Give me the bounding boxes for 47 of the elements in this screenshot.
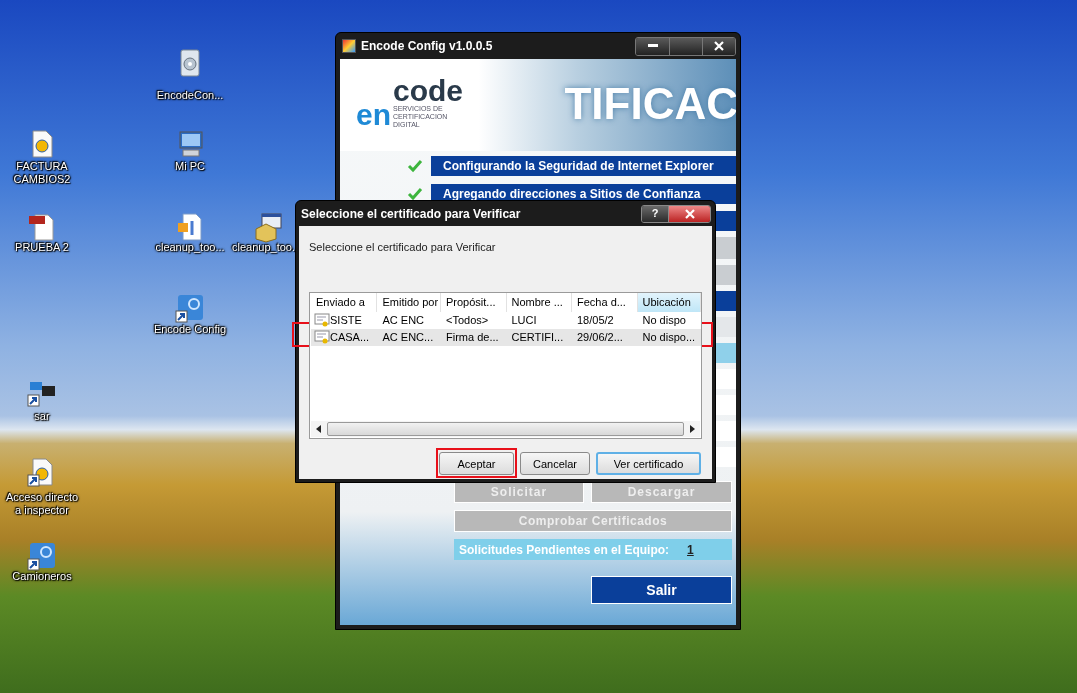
list-cell-text: LUCI	[511, 312, 537, 328]
list-cell-text: No dispo	[642, 312, 686, 328]
close-icon	[714, 41, 724, 51]
certificate-icon	[314, 330, 330, 344]
list-row[interactable]: CASA... AC ENC... Firma de... CERTIFI... 29/06/2... No dispo...	[311, 328, 701, 346]
list-cell-text: 29/06/2...	[577, 329, 623, 345]
desktop-icon[interactable]	[174, 292, 206, 324]
list-cell-text: AC ENC...	[382, 329, 434, 345]
logo-text: code	[393, 77, 464, 105]
horizontal-scrollbar[interactable]	[311, 420, 700, 437]
desktop-icon[interactable]	[26, 540, 58, 572]
desktop-icon-label[interactable]: FACTURA CAMBIOS2	[2, 160, 82, 186]
close-button[interactable]	[702, 37, 735, 55]
dialog-title: Seleccione el certificado para Verificar	[301, 205, 521, 223]
close-icon	[684, 208, 695, 219]
desktop-icon-label[interactable]: Mi PC	[150, 160, 230, 173]
step-bar: Configurando la Seguridad de Internet Explorer	[431, 156, 736, 176]
column-header[interactable]: Ubicación	[637, 292, 701, 312]
minimize-icon	[647, 44, 658, 48]
list-cell-text: CERTIFI...	[511, 329, 564, 345]
scrollbar-thumb[interactable]	[327, 421, 684, 436]
list-cell-text: No dispo...	[642, 329, 696, 345]
logo-text: en	[356, 101, 391, 129]
desktop-icon-label[interactable]: Camioneros	[2, 570, 82, 583]
desktop-icon-label[interactable]: EncodeCon...	[150, 89, 230, 102]
maximize-button[interactable]	[669, 37, 702, 55]
dialog-button[interactable]: Ver certificado	[596, 452, 701, 476]
pending-count: 1	[687, 541, 694, 559]
list-row[interactable]: SISTE AC ENC <Todos> LUCI 18/05/2 No dispo	[311, 311, 701, 329]
close-button[interactable]	[668, 205, 710, 222]
list-cell-text: Firma de...	[446, 329, 499, 345]
pending-label: Solicitudes Pendientes en el Equipo:	[459, 541, 670, 559]
list-cell-text: SISTE	[330, 312, 362, 328]
list-cell-text: AC ENC	[382, 312, 425, 328]
desktop-icon[interactable]	[252, 211, 284, 243]
dialog-button[interactable]: Aceptar	[439, 452, 514, 476]
list-cell-text: <Todos>	[446, 312, 489, 328]
minimize-button[interactable]	[636, 37, 669, 55]
app-icon	[342, 39, 356, 53]
help-button[interactable]: ?	[642, 205, 668, 222]
list-cell-text: 18/05/2	[577, 312, 614, 328]
dialog-prompt: Seleccione el certificado para Verificar	[309, 240, 497, 255]
certificate-icon	[314, 313, 330, 327]
dialog-button[interactable]: Cancelar	[520, 452, 590, 476]
list-cell-text: CASA...	[330, 329, 370, 345]
exit-button[interactable]: Salir	[591, 576, 732, 604]
window-title: Encode Config v1.0.0.5	[361, 38, 493, 55]
